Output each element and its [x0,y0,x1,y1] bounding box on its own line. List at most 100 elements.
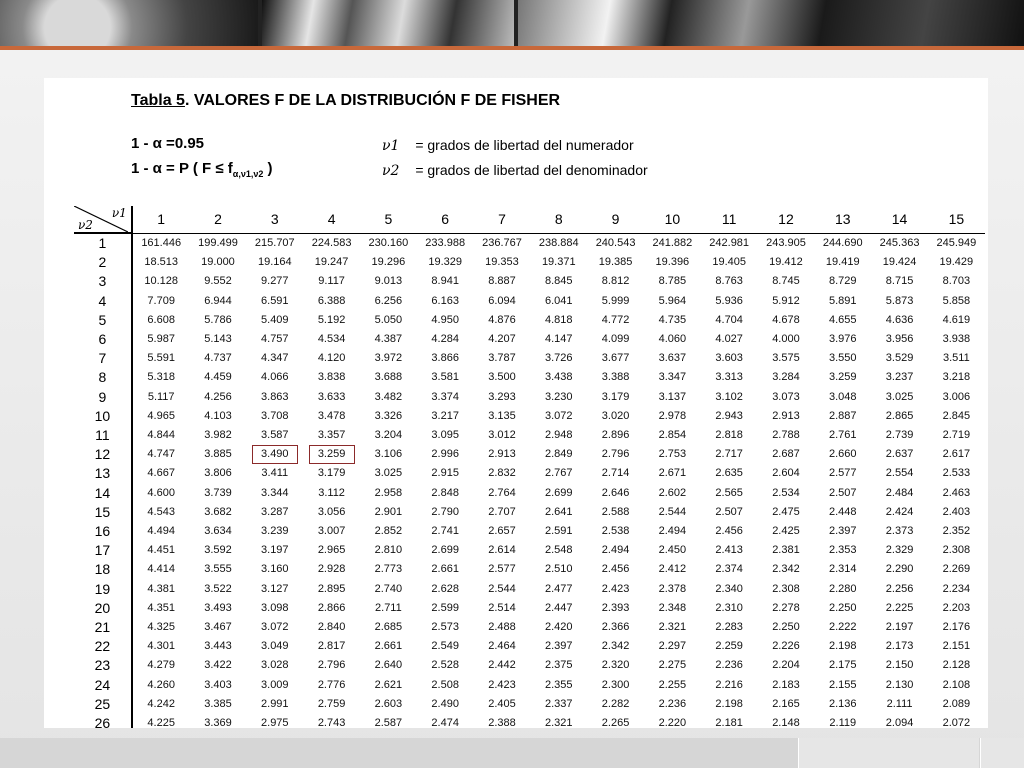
table-cell: 2.348 [658,601,687,614]
row-label: 19 [74,579,133,599]
table-cell: 2.072 [942,717,971,728]
table-cell: 2.490 [431,697,459,710]
table-cell: 2.450 [658,544,687,557]
column-header: 6 [416,206,474,234]
document-title: Tabla 5. VALORES F DE LA DISTRIBUCIÓN F … [131,92,560,110]
table-cell: 4.678 [772,313,800,326]
table-cell: 3.009 [261,678,289,691]
table-cell: 5.409 [261,313,289,326]
table-cell: 4.494 [147,525,175,538]
nu2-definition: ν2 = grados de libertad del denominador [382,162,648,179]
table-cell: 2.181 [715,717,743,728]
table-cell: 244.690 [814,232,872,254]
nu2-symbol: ν2 [382,163,400,179]
nu1-text: = grados de libertad del numerador [415,137,634,153]
table-cell: 2.280 [828,582,857,595]
table-cell: 2.604 [772,467,800,480]
table-cell: 4.103 [204,409,232,422]
table-cell: 2.818 [715,429,743,442]
table-cell: 2.456 [715,525,743,538]
table-cell: 2.660 [828,448,857,461]
table-cell: 19.396 [655,256,690,269]
table-cell: 2.337 [545,697,573,710]
row-label: 7 [74,349,133,369]
table-cell: 2.204 [772,659,800,672]
table-cell: 2.685 [374,621,403,634]
table-cell: 5.858 [942,294,971,307]
table-cell: 2.711 [375,601,402,614]
footer-box [980,738,1024,768]
table-cell: 5.999 [601,294,630,307]
table-cell: 2.236 [658,697,687,710]
table-cell: 4.844 [147,429,175,442]
table-cell: 3.592 [204,544,232,557]
table-cell: 2.456 [601,563,630,576]
table-cell: 2.282 [601,697,630,710]
table-cell: 3.482 [374,390,403,403]
table-cell: 5.912 [772,294,800,307]
table-cell: 5.591 [147,352,175,365]
table-cell: 2.796 [601,448,630,461]
table-cell: 2.719 [942,429,971,442]
table-cell: 2.707 [488,505,516,518]
table-cell: 9.117 [318,275,345,288]
table-cell: 3.982 [204,429,232,442]
table-cell: 3.369 [204,717,232,728]
table-cell: 2.617 [942,448,971,461]
table-cell: 3.230 [545,390,573,403]
column-header: 4 [303,206,360,234]
banner-image-wheel [0,0,258,46]
table-cell: 3.112 [318,486,345,499]
table-cell: 2.447 [545,601,573,614]
table-cell: 2.477 [545,582,573,595]
table-cell: 3.677 [601,352,630,365]
row-label: 17 [74,541,133,561]
table-cell: 19.296 [371,256,406,269]
table-cell: 3.020 [601,409,630,422]
table-cell: 236.767 [473,232,531,254]
table-body: 1 161.446 199.499 215.707 224.583 230.160 233.… [74,232,985,728]
table-cell: 2.743 [317,717,346,728]
table-cell: 2.412 [658,563,687,576]
table-cell: 3.587 [261,429,289,442]
f-distribution-table: ν1 ν2 1 2 3 4 5 6 7 8 9 10 11 12 13 14 15 1 161.446 199.… [74,206,985,728]
table-cell: 2.538 [601,525,630,538]
table-cell: 2.854 [658,429,687,442]
table-cell: 224.583 [303,232,360,254]
table-cell: 4.147 [545,333,573,346]
table-cell: 19.329 [428,256,462,269]
table-cell: 3.179 [317,467,346,480]
table-cell: 3.160 [261,563,289,576]
table-cell: 19.000 [201,256,235,269]
table-cell: 3.726 [545,352,573,365]
table-cell: 2.269 [942,563,971,576]
table-cell: 3.102 [715,390,743,403]
table-row: 22 4.301 3.443 3.049 2.817 2.661 2.549 2.464 2.3… [74,637,985,657]
table-cell: 2.494 [601,544,630,557]
table-cell: 3.106 [374,448,403,461]
table-cell: 2.865 [885,409,914,422]
table-cell: 4.060 [658,333,687,346]
table-cell: 4.735 [658,313,687,326]
table-cell: 2.533 [942,467,971,480]
table-cell: 4.347 [261,352,289,365]
table-cell: 3.347 [658,371,687,384]
table-cell: 6.388 [317,294,346,307]
table-cell: 2.895 [317,582,346,595]
table-cell: 2.108 [942,678,971,691]
table-cell: 3.422 [204,659,232,672]
row-label: 8 [74,368,133,388]
table-cell: 3.467 [204,621,232,634]
table-cell: 245.363 [871,232,928,254]
table-cell: 8.845 [545,275,573,288]
table-cell: 2.197 [885,621,914,634]
table-cell: 238.884 [530,232,588,254]
table-cell: 2.388 [488,717,516,728]
table-cell: 2.587 [374,717,403,728]
table-cell: 2.423 [488,678,516,691]
table-cell: 3.493 [204,601,232,614]
table-cell: 2.591 [545,525,573,538]
table-header-row: ν1 ν2 1 2 3 4 5 6 7 8 9 10 11 12 13 14 15 [74,206,985,234]
banner-image-curve [518,0,1024,46]
table-cell: 19.247 [314,256,349,269]
